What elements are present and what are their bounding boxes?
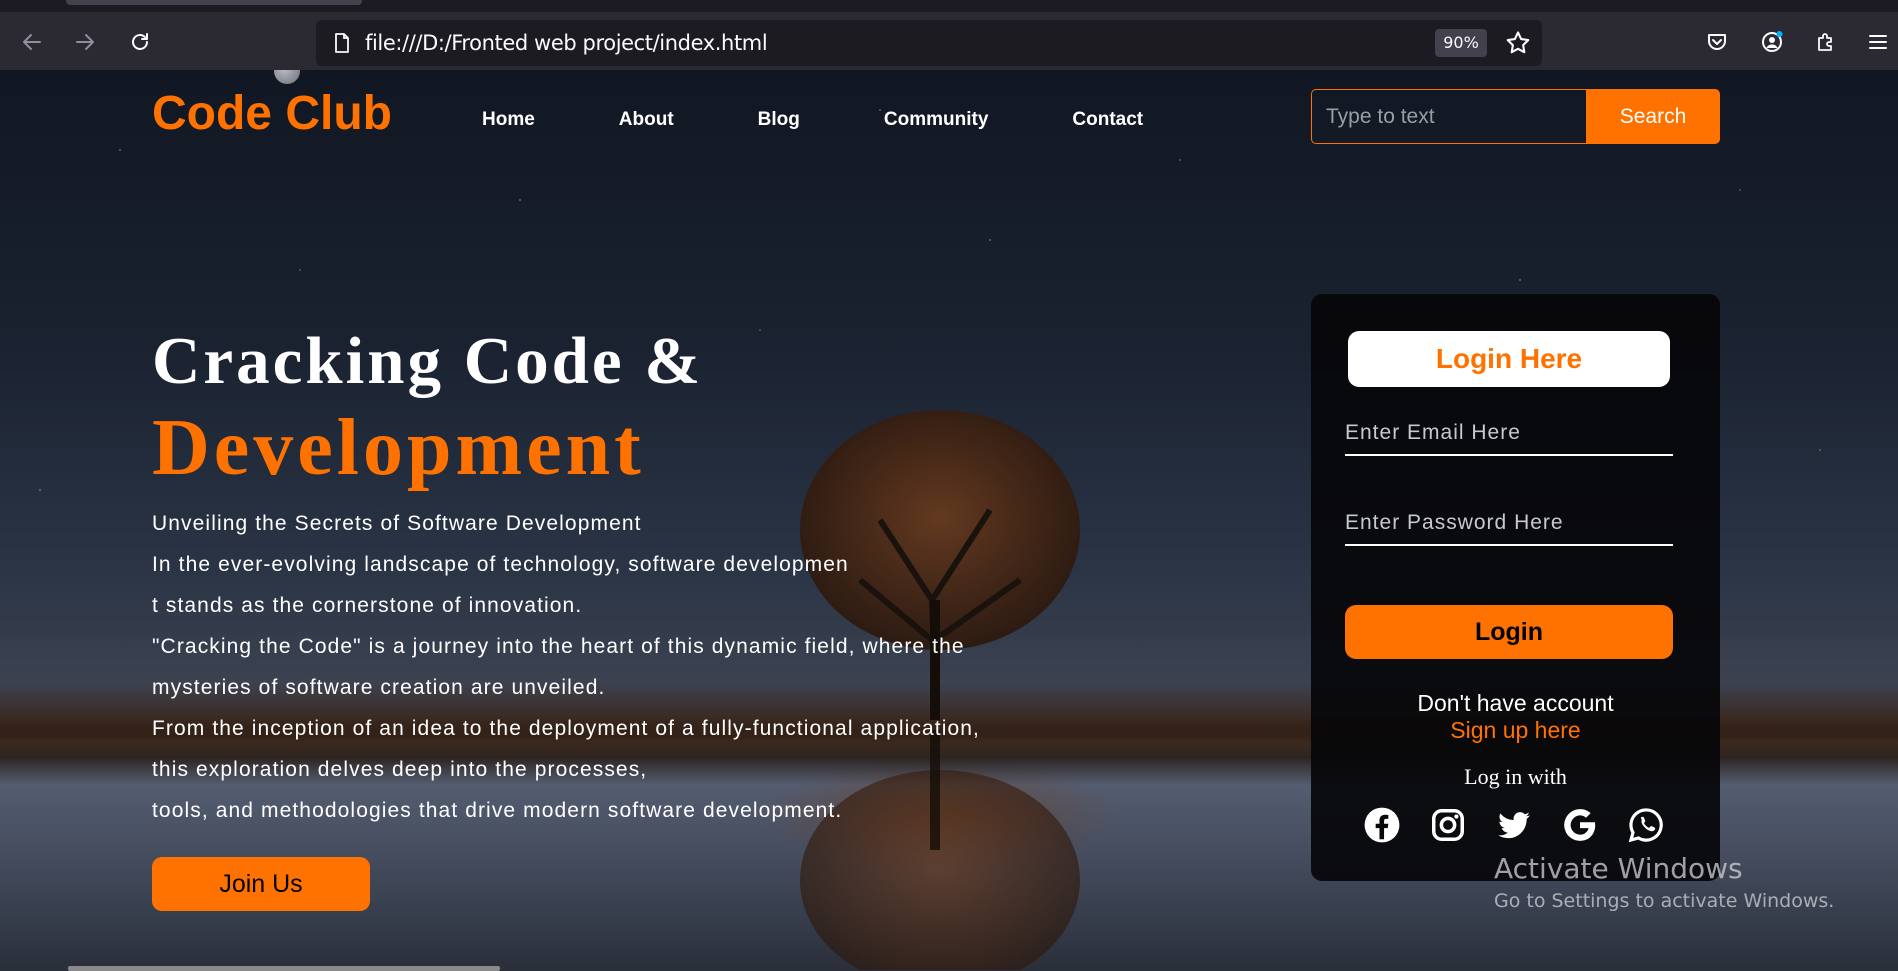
menu-button[interactable] — [1860, 24, 1896, 60]
nav-link-home[interactable]: Home — [482, 109, 535, 131]
instagram-login-button[interactable] — [1429, 806, 1467, 844]
login-card: Login Here Login Don't have account Sign… — [1311, 294, 1720, 881]
nav-link-contact[interactable]: Contact — [1072, 109, 1143, 131]
hero-title: Cracking Code & — [152, 324, 704, 398]
hero-text-line: "Cracking the Code" is a journey into th… — [152, 635, 965, 658]
join-us-button[interactable]: Join Us — [152, 857, 370, 911]
browser-toolbar: file:///D:/Fronted web project/index.htm… — [0, 12, 1898, 70]
account-icon — [1762, 31, 1783, 52]
login-button[interactable]: Login — [1345, 605, 1673, 659]
whatsapp-login-button[interactable] — [1627, 806, 1665, 844]
hero-description: Unveiling the Secrets of Software Develo… — [152, 503, 1072, 831]
back-button[interactable] — [14, 24, 50, 60]
menu-icon — [1869, 35, 1887, 49]
whatsapp-icon — [1628, 808, 1663, 843]
nav-link-blog[interactable]: Blog — [758, 109, 800, 131]
password-field[interactable] — [1345, 502, 1673, 546]
zoom-level-badge[interactable]: 90% — [1435, 29, 1487, 57]
hero-text-line: mysteries of software creation are unvei… — [152, 676, 606, 699]
hero-text-line: In the ever-evolving landscape of techno… — [152, 553, 849, 576]
login-title: Login Here — [1348, 331, 1670, 387]
forward-icon — [76, 34, 94, 50]
hero-subtitle: Unveiling the Secrets of Software Develo… — [152, 512, 642, 535]
forward-button[interactable] — [67, 24, 103, 60]
tab-strip — [0, 0, 1898, 12]
active-tab[interactable] — [66, 0, 362, 5]
main-nav: Home About Blog Community Contact — [482, 109, 1143, 131]
google-login-button[interactable] — [1561, 806, 1599, 844]
facebook-icon — [1364, 807, 1400, 843]
nav-link-about[interactable]: About — [619, 109, 674, 131]
url-bar[interactable]: file:///D:/Fronted web project/index.htm… — [316, 20, 1542, 66]
login-with-label: Log in with — [1464, 764, 1567, 789]
search-button[interactable]: Search — [1586, 89, 1720, 144]
activate-windows-watermark: Activate Windows — [1494, 852, 1743, 885]
page-viewport: Code Club Home About Blog Community Cont… — [0, 70, 1898, 971]
search-input[interactable] — [1311, 89, 1587, 144]
pocket-icon — [1708, 34, 1726, 50]
back-icon — [23, 34, 41, 50]
reload-button[interactable] — [122, 24, 158, 60]
no-account-text: Don't have account — [1417, 690, 1614, 716]
twitter-login-button[interactable] — [1495, 806, 1533, 844]
social-login-icons — [1363, 806, 1665, 844]
hero-text-line: this exploration delves deep into the pr… — [152, 758, 648, 781]
pocket-button[interactable] — [1699, 24, 1735, 60]
hero-title-highlight: Development — [152, 404, 645, 492]
horizontal-scrollbar[interactable] — [68, 966, 500, 971]
url-text[interactable]: file:///D:/Fronted web project/index.htm… — [365, 20, 768, 66]
instagram-icon — [1432, 809, 1464, 841]
extensions-button[interactable] — [1808, 24, 1844, 60]
email-field[interactable] — [1345, 412, 1673, 456]
signup-link[interactable]: Sign up here — [1311, 717, 1720, 744]
facebook-login-button[interactable] — [1363, 806, 1401, 844]
extensions-icon — [1818, 33, 1832, 51]
google-icon — [1564, 809, 1596, 841]
activate-windows-subtitle: Go to Settings to activate Windows. — [1494, 890, 1835, 912]
account-button[interactable] — [1754, 24, 1790, 60]
brand-logo[interactable]: Code Club — [152, 86, 392, 141]
nav-link-community[interactable]: Community — [884, 109, 989, 131]
twitter-icon — [1498, 812, 1530, 839]
bookmark-star-icon[interactable] — [1504, 29, 1532, 57]
page-icon — [335, 33, 349, 53]
hero-text-line: t stands as the cornerstone of innovatio… — [152, 594, 583, 617]
hero-text-line: From the inception of an idea to the dep… — [152, 717, 980, 740]
reload-icon — [132, 33, 148, 50]
hero-text-line: tools, and methodologies that drive mode… — [152, 799, 843, 822]
